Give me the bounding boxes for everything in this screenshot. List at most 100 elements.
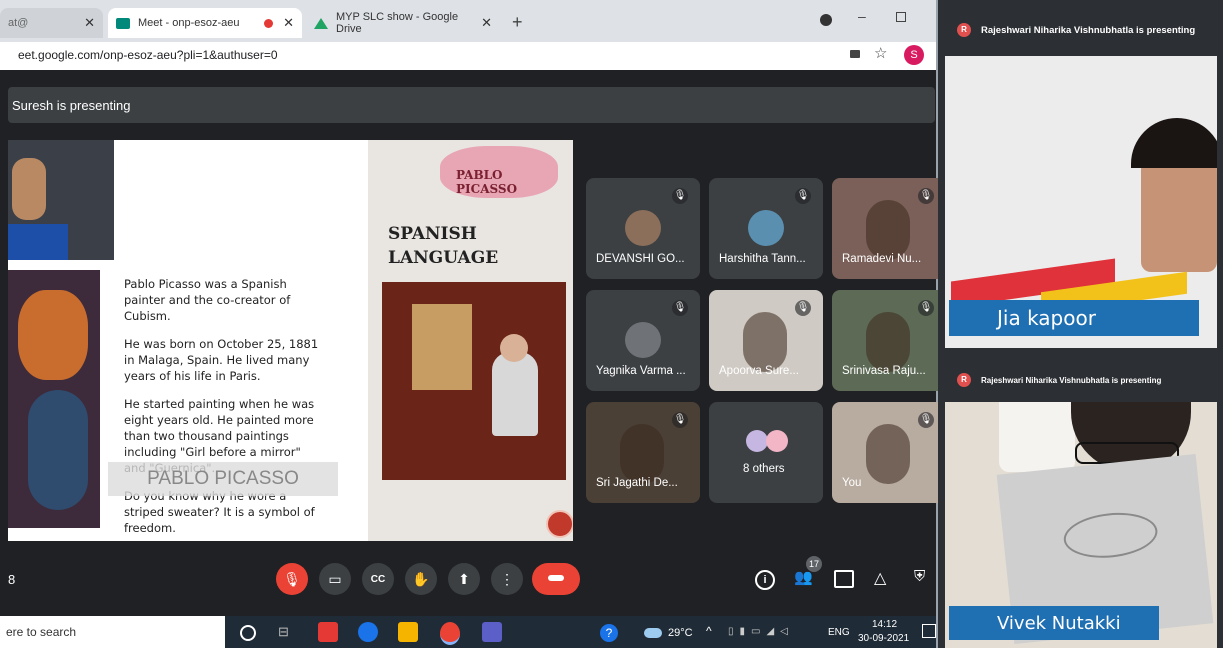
participant-tile[interactable]: 🎙 DEVANSHI GO... (586, 178, 700, 279)
mic-muted-icon: 🎙 (672, 188, 688, 204)
participant-name: Sri Jagathi De... (596, 477, 678, 489)
presenting-label: Rajeshwari Niharika Vishnubhatla is pres… (981, 375, 1162, 385)
mic-off-button[interactable]: 🎙 (276, 563, 308, 595)
chrome-icon[interactable] (440, 622, 460, 645)
participant-tile[interactable]: 🎙 Sri Jagathi De... (586, 402, 700, 503)
mic-off-icon: 🎙 (283, 570, 301, 587)
presenter-face (12, 158, 46, 220)
chat-icon[interactable] (834, 570, 854, 588)
meeting-code: 8 (8, 572, 16, 587)
mic-muted-icon: 🎙 (672, 300, 688, 316)
help-icon[interactable]: ? (600, 624, 618, 642)
tray-chevron-icon[interactable]: ^ (706, 624, 712, 638)
profile-avatar[interactable]: S (904, 45, 924, 65)
presenter-shirt (8, 224, 68, 260)
file-explorer-icon[interactable] (398, 622, 418, 642)
participant-avatar (748, 210, 784, 246)
camera-icon: ▭ (328, 570, 342, 587)
minimize-icon[interactable]: – (858, 8, 866, 24)
info-icon[interactable]: i (755, 570, 775, 590)
participant-name: Ramadevi Nu... (842, 253, 922, 265)
browser-tab-meet[interactable]: Meet - onp-esoz-aeu ✕ (108, 8, 302, 38)
taskbar-search-box[interactable]: ere to search (0, 616, 225, 648)
extension-icon[interactable] (820, 14, 832, 26)
hand-icon: ✋ (412, 570, 430, 587)
presenter-avatar: R (957, 23, 971, 37)
slide-body-text: Pablo Picasso was a Spanish painter and … (124, 276, 324, 536)
close-icon[interactable]: ✕ (283, 15, 294, 31)
participant-name: Srinivasa Raju... (842, 365, 926, 377)
url-text[interactable]: eet.google.com/onp-esoz-aeu?pli=1&authus… (18, 48, 278, 62)
participant-tile[interactable]: 🎙 Apoorva Sure... (709, 290, 823, 391)
teams-icon[interactable] (482, 622, 502, 642)
slide-paragraph: Pablo Picasso was a Spanish painter and … (124, 277, 291, 323)
participant-video (743, 312, 787, 372)
right-bottom-header: R Rajeshwari Niharika Vishnubhatla is pr… (945, 365, 1161, 395)
participant-video (866, 312, 910, 372)
participant-count-badge: 17 (806, 556, 822, 572)
participant-avatar (746, 430, 768, 452)
task-view-icon[interactable]: ⊟ (278, 624, 289, 640)
participant-tile[interactable]: 🎙 Srinivasa Raju... (832, 290, 946, 391)
close-icon[interactable]: ✕ (481, 15, 492, 31)
participant-name: Apoorva Sure... (719, 365, 799, 377)
participant-video (866, 424, 910, 484)
captions-icon: CC (370, 573, 386, 585)
leave-call-button[interactable] (532, 563, 580, 595)
presenting-label: Suresh is presenting (12, 97, 131, 113)
tray-icons[interactable]: ▯▮▭◢◁ (728, 626, 794, 637)
address-bar[interactable]: eet.google.com/onp-esoz-aeu?pli=1&authus… (0, 42, 936, 71)
weather-icon (644, 628, 662, 638)
participant-name: You (842, 477, 862, 489)
mic-muted-icon: 🎙 (918, 188, 934, 204)
tab-label: MYP SLC show - Google Drive (336, 11, 459, 35)
name-tag-top: Jia kapoor (949, 300, 1199, 336)
camera-icon[interactable] (850, 50, 860, 58)
mic-muted-icon: 🎙 (672, 412, 688, 428)
star-icon[interactable]: ☆ (874, 44, 887, 62)
more-options-button[interactable]: ⋮ (491, 563, 523, 595)
drive-icon (314, 17, 328, 29)
maximize-icon[interactable] (896, 12, 906, 22)
present-button[interactable]: ⬆ (448, 563, 480, 595)
participant-tile[interactable]: 🎙 Harshitha Tann... (709, 178, 823, 279)
browser-tab-1[interactable]: at@ ✕ (0, 8, 103, 38)
participant-name: DEVANSHI GO... (596, 253, 685, 265)
participant-avatar (766, 430, 788, 452)
weather-temp: 29°C (668, 627, 693, 639)
new-tab-icon[interactable]: + (512, 12, 523, 33)
participant-tile[interactable]: 🎙 Yagnika Varma ... (586, 290, 700, 391)
clock-date[interactable]: 30-09-2021 (858, 633, 909, 644)
participant-tile[interactable]: 🎙 You (832, 402, 946, 503)
app-icon-1[interactable] (318, 622, 338, 642)
presenter-video-bottom: Vivek Nutakki (945, 402, 1217, 648)
present-icon: ⬆ (458, 570, 470, 587)
camera-button[interactable]: ▭ (319, 563, 351, 595)
participant-video (866, 200, 910, 260)
participant-name: Harshitha Tann... (719, 253, 806, 265)
tab-label: Meet - onp-esoz-aeu (138, 17, 240, 29)
presenter-video (8, 140, 114, 260)
participant-name: 8 others (743, 463, 785, 475)
captions-button[interactable]: CC (362, 563, 394, 595)
slide-right-column: PABLO PICASSO SPANISH LANGUAGE (368, 140, 573, 541)
language-indicator[interactable]: ENG (828, 627, 850, 638)
host-controls-icon[interactable]: ⛨ (914, 568, 925, 585)
meet-logo-icon (116, 17, 130, 29)
edge-icon[interactable] (358, 622, 378, 642)
presenter-video-top: Jia kapoor (945, 56, 1217, 348)
raise-hand-button[interactable]: ✋ (405, 563, 437, 595)
activities-icon[interactable]: △ (874, 568, 886, 588)
participant-tile[interactable]: 🎙 Ramadevi Nu... (832, 178, 946, 279)
participant-tile[interactable]: 8 others (709, 402, 823, 503)
cortana-icon[interactable] (240, 625, 256, 641)
browser-tab-drive[interactable]: MYP SLC show - Google Drive ✕ (306, 8, 500, 38)
notification-icon[interactable] (922, 624, 936, 638)
search-placeholder: ere to search (6, 625, 77, 639)
speaker-hair (1131, 118, 1217, 168)
close-icon[interactable]: ✕ (84, 15, 95, 31)
presentation-slide: Pablo Picasso was a Spanish painter and … (8, 140, 573, 541)
slide-paragraph: He was born on October 25, 1881 in Malag… (124, 337, 319, 383)
school-logo-text: PABLO PICASSO (456, 168, 518, 196)
clock-time[interactable]: 14:12 (872, 619, 897, 630)
